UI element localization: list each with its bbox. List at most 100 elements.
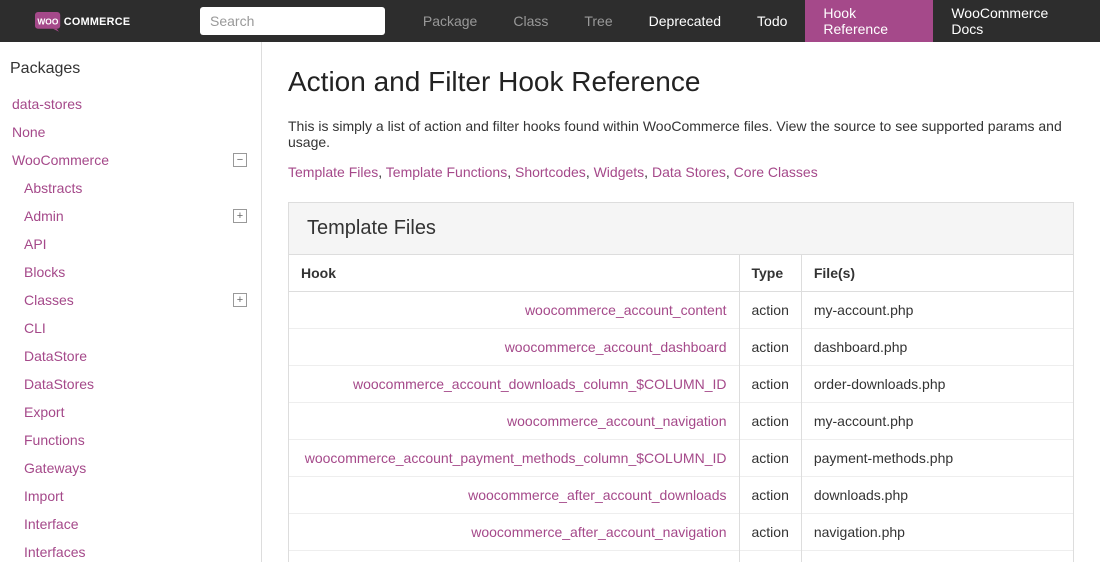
hook-files: dashboard.php bbox=[801, 329, 1073, 366]
page-title: Action and Filter Hook Reference bbox=[288, 66, 1074, 98]
hook-files: my-account.php bbox=[801, 403, 1073, 440]
tree-item-label: DataStores bbox=[24, 376, 94, 392]
tree-item-admin[interactable]: Admin + bbox=[8, 202, 249, 230]
tree-item-label: Admin bbox=[24, 208, 64, 224]
search-box[interactable] bbox=[200, 7, 385, 35]
anchor-link[interactable]: Widgets bbox=[594, 164, 645, 180]
tree-item-label: WooCommerce bbox=[12, 152, 109, 168]
hook-files: downloads.php bbox=[801, 477, 1073, 514]
col-files: File(s) bbox=[801, 255, 1073, 292]
main-content: Action and Filter Hook Reference This is… bbox=[262, 42, 1100, 562]
hook-link[interactable]: woocommerce_after_account_downloads bbox=[468, 487, 726, 503]
tree-item-abstracts[interactable]: Abstracts bbox=[8, 174, 249, 202]
tree-item-none[interactable]: None bbox=[8, 118, 249, 146]
hook-files: order-downloads.php bbox=[801, 366, 1073, 403]
table-row: woocommerce_account_payment_methods_colu… bbox=[289, 440, 1073, 477]
anchor-links: Template Files, Template Functions, Shor… bbox=[288, 164, 1074, 180]
expand-icon[interactable]: + bbox=[233, 293, 247, 307]
table-row: woocommerce_account_downloads_column_$CO… bbox=[289, 366, 1073, 403]
collapse-icon[interactable]: − bbox=[233, 153, 247, 167]
section-header: Template Files bbox=[289, 203, 1073, 255]
hook-link[interactable]: woocommerce_after_account_navigation bbox=[471, 524, 726, 540]
tree-item-label: Import bbox=[24, 488, 64, 504]
tree-item-label: Export bbox=[24, 404, 64, 420]
tree-item-api[interactable]: API bbox=[8, 230, 249, 258]
sidebar-title: Packages bbox=[8, 60, 249, 78]
hook-table-body: woocommerce_account_contentactionmy-acco… bbox=[289, 292, 1073, 562]
tree-item-label: Abstracts bbox=[24, 180, 82, 196]
table-row: woocommerce_account_dashboardactiondashb… bbox=[289, 329, 1073, 366]
tree-item-functions[interactable]: Functions bbox=[8, 426, 249, 454]
anchor-link[interactable]: Core Classes bbox=[734, 164, 818, 180]
nav-item-class[interactable]: Class bbox=[495, 0, 566, 42]
tree-item-label: DataStore bbox=[24, 348, 87, 364]
tree-item-datastore[interactable]: DataStore bbox=[8, 342, 249, 370]
hook-files: navigation.php bbox=[801, 514, 1073, 551]
tree-item-cli[interactable]: CLI bbox=[8, 314, 249, 342]
tree-item-datastores[interactable]: DataStores bbox=[8, 370, 249, 398]
hook-type: action bbox=[739, 366, 801, 403]
anchor-link[interactable]: Shortcodes bbox=[515, 164, 586, 180]
tree-item-export[interactable]: Export bbox=[8, 398, 249, 426]
tree-item-label: data-stores bbox=[12, 96, 82, 112]
tree-item-gateways[interactable]: Gateways bbox=[8, 454, 249, 482]
hook-link[interactable]: woocommerce_account_content bbox=[525, 302, 727, 318]
tree-item-label: Functions bbox=[24, 432, 85, 448]
hook-link[interactable]: woocommerce_account_dashboard bbox=[505, 339, 727, 355]
anchor-link[interactable]: Data Stores bbox=[652, 164, 726, 180]
nav-item-deprecated[interactable]: Deprecated bbox=[631, 0, 739, 42]
hook-type: action bbox=[739, 551, 801, 562]
tree-item-label: None bbox=[12, 124, 45, 140]
table-row: woocommerce_after_account_navigation acti… bbox=[289, 514, 1073, 551]
top-nav: PackageClassTreeDeprecatedTodoHook Refer… bbox=[405, 0, 1090, 42]
anchor-link[interactable]: Template Files bbox=[288, 164, 378, 180]
tree-item-woocommerce[interactable]: WooCommerce − bbox=[8, 146, 249, 174]
sidebar: Packages data-stores None WooCommerce − Abst… bbox=[0, 42, 262, 562]
hook-type: action bbox=[739, 514, 801, 551]
table-row: woocommerce_after_account_ordersactionor… bbox=[289, 551, 1073, 562]
hook-table: Hook Type File(s) woocommerce_account_co… bbox=[289, 255, 1073, 562]
tree-item-classes[interactable]: Classes+ bbox=[8, 286, 249, 314]
hook-files: payment-methods.php bbox=[801, 440, 1073, 477]
col-hook: Hook bbox=[289, 255, 739, 292]
anchor-link[interactable]: Template Functions bbox=[386, 164, 507, 180]
hook-files: my-account.php bbox=[801, 292, 1073, 329]
hook-link[interactable]: woocommerce_account_payment_methods_colu… bbox=[305, 450, 727, 466]
nav-item-woocommerce-docs[interactable]: WooCommerce Docs bbox=[933, 0, 1090, 42]
hook-type: action bbox=[739, 477, 801, 514]
table-row: woocommerce_after_account_downloads actio… bbox=[289, 477, 1073, 514]
tree-item-label: API bbox=[24, 236, 47, 252]
hook-link[interactable]: woocommerce_account_navigation bbox=[507, 413, 726, 429]
tree-item-label: Interfaces bbox=[24, 544, 85, 560]
layout: Packages data-stores None WooCommerce − Abst… bbox=[0, 42, 1100, 562]
nav-item-tree[interactable]: Tree bbox=[566, 0, 630, 42]
hook-link[interactable]: woocommerce_account_downloads_column_$CO… bbox=[353, 376, 727, 392]
tree-item-label: Blocks bbox=[24, 264, 65, 280]
tree-item-data-stores[interactable]: data-stores bbox=[8, 90, 249, 118]
section-panel: Template Files Hook Type File(s) woocomm… bbox=[288, 202, 1074, 562]
hook-type: action bbox=[739, 403, 801, 440]
intro-text: This is simply a list of action and filt… bbox=[288, 118, 1074, 150]
search-input[interactable] bbox=[210, 13, 375, 29]
nav-item-hook-reference[interactable]: Hook Reference bbox=[805, 0, 933, 42]
expand-icon[interactable]: + bbox=[233, 209, 247, 223]
tree-item-label: CLI bbox=[24, 320, 46, 336]
hook-type: action bbox=[739, 440, 801, 477]
hook-type: action bbox=[739, 292, 801, 329]
nav-item-package[interactable]: Package bbox=[405, 0, 495, 42]
woocommerce-logo[interactable]: WOO COMMERCE bbox=[10, 9, 180, 33]
tree-item-label: Interface bbox=[24, 516, 78, 532]
col-type: Type bbox=[739, 255, 801, 292]
tree-item-interface[interactable]: Interface bbox=[8, 510, 249, 538]
nav-item-todo[interactable]: Todo bbox=[739, 0, 805, 42]
package-tree: data-stores None WooCommerce − Abstracts Admi… bbox=[8, 90, 249, 562]
tree-item-import[interactable]: Import bbox=[8, 482, 249, 510]
hook-files: orders.php bbox=[801, 551, 1073, 562]
topbar: WOO COMMERCE PackageClassTreeDeprecatedT… bbox=[0, 0, 1100, 42]
tree-item-blocks[interactable]: Blocks bbox=[8, 258, 249, 286]
table-row: woocommerce_account_content actionmy-acco… bbox=[289, 292, 1073, 329]
svg-text:COMMERCE: COMMERCE bbox=[64, 16, 131, 28]
table-row: woocommerce_account_navigation actionmy-a… bbox=[289, 403, 1073, 440]
tree-item-interfaces[interactable]: Interfaces bbox=[8, 538, 249, 562]
tree-item-label: Gateways bbox=[24, 460, 86, 476]
